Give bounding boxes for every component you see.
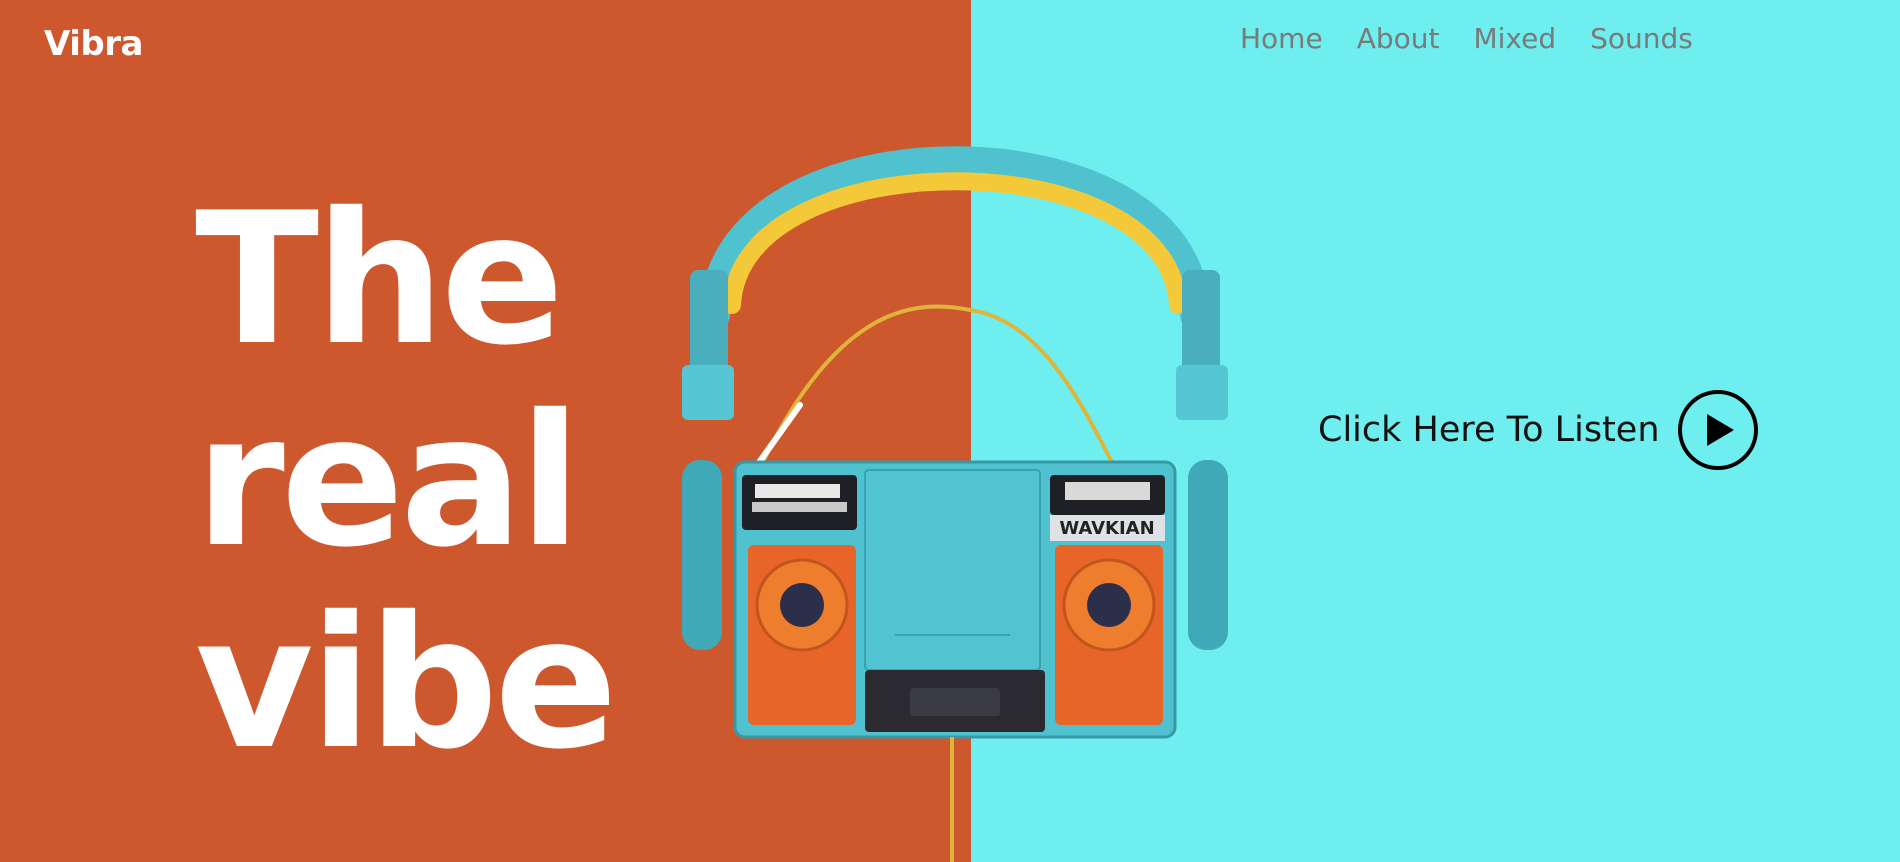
nav-mixed[interactable]: Mixed — [1473, 22, 1556, 55]
nav-home[interactable]: Home — [1240, 22, 1323, 55]
main-nav: Home About Mixed Sounds — [1240, 22, 1693, 55]
play-icon — [1706, 414, 1734, 446]
listen-cta[interactable]: Click Here To Listen — [1318, 390, 1758, 470]
device-label: WAVKIAN — [1059, 518, 1154, 539]
listen-cta-label: Click Here To Listen — [1318, 410, 1660, 450]
headline-line-3: vibe — [195, 577, 618, 789]
headline-line-1: The — [195, 173, 564, 385]
brand-logo[interactable]: Vibra — [44, 24, 143, 64]
headphones-cassette-player-image: WAVKIAN — [682, 146, 1228, 862]
nav-sounds[interactable]: Sounds — [1590, 22, 1693, 55]
nav-about[interactable]: About — [1357, 22, 1440, 55]
play-button[interactable] — [1677, 390, 1758, 470]
hero-headline: The real vibe — [195, 173, 618, 789]
headline-line-2: real — [195, 375, 581, 587]
